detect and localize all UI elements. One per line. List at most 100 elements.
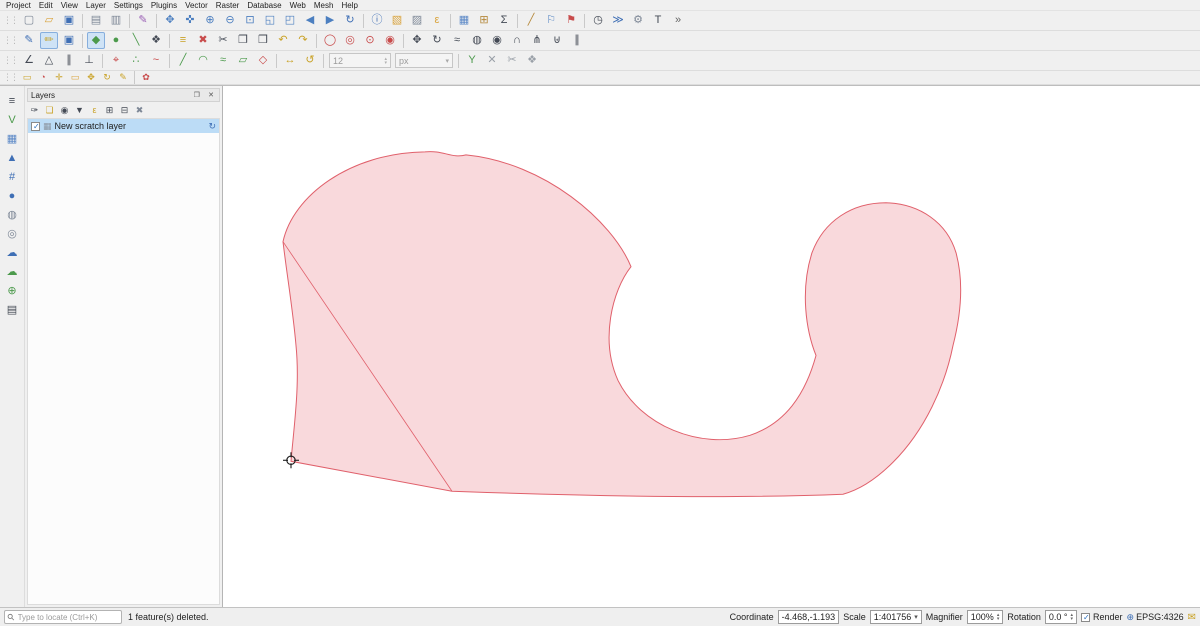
menu-item-plugins[interactable]: Plugins (147, 1, 181, 10)
font-size-spinbox[interactable]: 12 ▴▾ (329, 53, 391, 68)
manage-map-themes-icon[interactable]: ◉ (57, 103, 72, 117)
spinner-arrows-icon[interactable]: ▴▾ (997, 613, 1000, 621)
vertex-tool-icon[interactable]: ❖ (147, 32, 165, 49)
add-spatialite-layer-icon[interactable]: ◍ (3, 207, 21, 224)
add-virtual-layer-icon[interactable]: ◎ (3, 226, 21, 243)
add-wfs-layer-icon[interactable]: ☁ (3, 264, 21, 281)
geometry-check-icon[interactable]: ❖ (523, 52, 541, 69)
move-label-icon[interactable]: ↔ (281, 52, 299, 69)
new-bookmark-icon[interactable]: ⚑ (562, 12, 580, 29)
layer-diagram-icon[interactable]: ◔ (36, 72, 50, 84)
clear-style-icon[interactable]: ✕ (483, 52, 501, 69)
temporal-controller-icon[interactable]: ◷ (589, 12, 607, 29)
layout-manager-icon[interactable]: ▥ (107, 12, 125, 29)
decorations-icon[interactable]: ✿ (139, 72, 153, 84)
open-attribute-table-icon[interactable]: ▦ (455, 12, 473, 29)
measure-line-icon[interactable]: ╱ (522, 12, 540, 29)
digitize-rectangle-icon[interactable]: ◇ (254, 52, 272, 69)
add-polygon-feature-icon[interactable]: ◆ (87, 32, 105, 49)
modify-attributes-icon[interactable]: ≡ (174, 32, 192, 49)
crs-status-button[interactable]: ⊕ EPSG:4326 (1127, 612, 1184, 623)
add-part-icon[interactable]: ◉ (488, 32, 506, 49)
coordinate-field[interactable]: -4.468,-1.193 (778, 610, 840, 624)
menu-item-layer[interactable]: Layer (82, 1, 110, 10)
current-edits-icon[interactable]: ✎ (20, 32, 38, 49)
menu-item-web[interactable]: Web (286, 1, 310, 10)
python-console-icon[interactable]: ≫ (609, 12, 627, 29)
digitize-segment-icon[interactable]: ╱ (174, 52, 192, 69)
menu-item-help[interactable]: Help (337, 1, 361, 10)
parallel-constraint-icon[interactable]: ∥ (60, 52, 78, 69)
magnifier-spinbox[interactable]: 100% ▴▾ (967, 610, 1004, 624)
refresh-map-icon[interactable]: ↻ (341, 12, 359, 29)
new-print-layout-icon[interactable]: ▤ (87, 12, 105, 29)
save-project-icon[interactable]: ▣ (60, 12, 78, 29)
metasearch-icon[interactable]: ▤ (3, 302, 21, 319)
select-features-icon[interactable]: ▧ (388, 12, 406, 29)
toolbar-handle[interactable]: ⋮⋮ (3, 36, 17, 45)
toolbar-handle[interactable]: ⋮⋮ (3, 16, 17, 25)
open-layer-styling-icon[interactable]: ✑ (27, 103, 42, 117)
simplify-feature-icon[interactable]: ≈ (448, 32, 466, 49)
save-layer-edits-icon[interactable]: ▣ (60, 32, 78, 49)
redo-icon[interactable]: ↷ (294, 32, 312, 49)
paste-style-icon[interactable]: Y (463, 52, 481, 69)
add-line-feature-icon[interactable]: ╲ (127, 32, 145, 49)
text-annotation-icon[interactable]: T (649, 12, 667, 29)
add-postgis-layer-icon[interactable]: ● (3, 188, 21, 205)
close-panel-icon[interactable]: ✕ (206, 90, 216, 100)
add-raster-layer-icon[interactable]: ▦ (3, 131, 21, 148)
dock-panel-icon[interactable]: ❐ (192, 90, 202, 100)
circle-3points-icon[interactable]: ◎ (341, 32, 359, 49)
ellipse-icon[interactable]: ◉ (381, 32, 399, 49)
reshape-features-icon[interactable]: ∩ (508, 32, 526, 49)
deselect-features-icon[interactable]: ▨ (408, 12, 426, 29)
layer-labeling-icon[interactable]: ▭ (20, 72, 34, 84)
processing-toolbox-icon[interactable]: ⚙ (629, 12, 647, 29)
font-unit-combobox[interactable]: px ▾ (395, 53, 453, 68)
menu-item-edit[interactable]: Edit (35, 1, 57, 10)
add-delimited-text-icon[interactable]: # (3, 169, 21, 186)
memory-layer-indicator-icon[interactable]: ↻ (208, 121, 216, 132)
add-mesh-layer-icon[interactable]: ▲ (3, 150, 21, 167)
trim-extend-icon[interactable]: ✂ (503, 52, 521, 69)
move-feature-icon[interactable]: ✥ (408, 32, 426, 49)
zoom-full-icon[interactable]: ⊡ (241, 12, 259, 29)
collapse-all-icon[interactable]: ⊟ (117, 103, 132, 117)
identify-features-icon[interactable]: ⓘ (368, 12, 386, 29)
toolbar-overflow-icon[interactable]: » (669, 12, 687, 29)
change-label-icon[interactable]: ✎ (116, 72, 130, 84)
circle-2points-icon[interactable]: ◯ (321, 32, 339, 49)
menu-item-project[interactable]: Project (2, 1, 35, 10)
split-features-icon[interactable]: ⋔ (528, 32, 546, 49)
scale-combobox[interactable]: 1:401756 ▾ (870, 610, 922, 624)
zoom-last-icon[interactable]: ◀ (301, 12, 319, 29)
pan-map-icon[interactable]: ✥ (161, 12, 179, 29)
zoom-to-layer-icon[interactable]: ◰ (281, 12, 299, 29)
circle-center-point-icon[interactable]: ⊙ (361, 32, 379, 49)
layer-item-new-scratch-layer[interactable]: ▦ New scratch layer ↻ (28, 119, 219, 133)
add-wms-layer-icon[interactable]: ☁ (3, 245, 21, 262)
locator-bar[interactable]: ⚲ (4, 610, 122, 624)
move-label-diagram-icon[interactable]: ✥ (84, 72, 98, 84)
statistical-summary-icon[interactable]: Σ (495, 12, 513, 29)
menu-item-database[interactable]: Database (243, 1, 285, 10)
rotate-label-icon[interactable]: ↺ (301, 52, 319, 69)
add-ring-icon[interactable]: ◍ (468, 32, 486, 49)
menu-item-settings[interactable]: Settings (110, 1, 147, 10)
zoom-in-icon[interactable]: ⊕ (201, 12, 219, 29)
toolbar-handle[interactable]: ⋮⋮ (3, 73, 17, 82)
stream-digitizing-icon[interactable]: ≈ (214, 52, 232, 69)
map-canvas[interactable] (223, 86, 1200, 607)
new-project-icon[interactable]: ▢ (20, 12, 38, 29)
render-toggle[interactable]: Render (1081, 612, 1123, 622)
copy-features-icon[interactable]: ❐ (234, 32, 252, 49)
zoom-next-icon[interactable]: ▶ (321, 12, 339, 29)
digitize-shape-icon[interactable]: ▱ (234, 52, 252, 69)
menu-item-vector[interactable]: Vector (181, 1, 212, 10)
rotate-feature-icon[interactable]: ↻ (428, 32, 446, 49)
zoom-out-icon[interactable]: ⊖ (221, 12, 239, 29)
topological-editing-icon[interactable]: ∴ (127, 52, 145, 69)
spinner-arrows-icon[interactable]: ▴▾ (1070, 613, 1073, 621)
zoom-to-selection-icon[interactable]: ◱ (261, 12, 279, 29)
